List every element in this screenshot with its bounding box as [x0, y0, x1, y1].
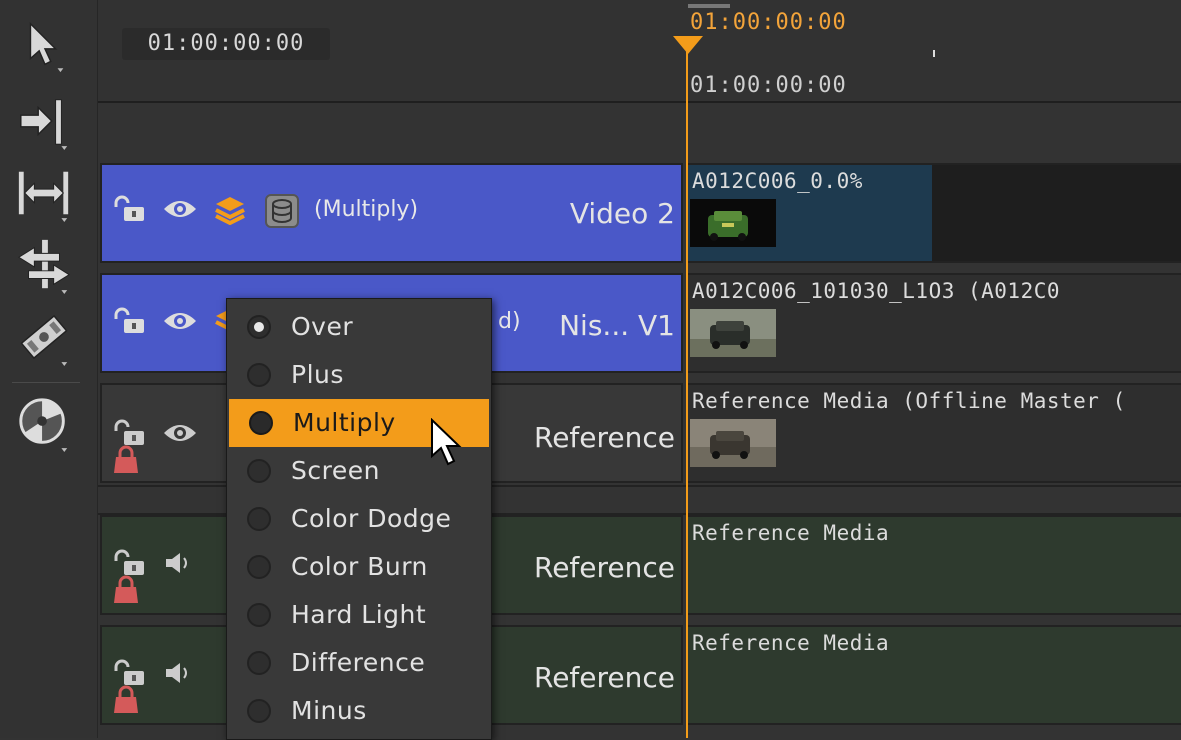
playhead-line[interactable] — [686, 36, 688, 738]
menu-item-label: Multiply — [293, 408, 396, 437]
eye-icon[interactable] — [162, 197, 198, 221]
track-lane-reference-video: Reference Media (Offline Master ( — [688, 383, 1181, 483]
radio-icon — [249, 411, 273, 435]
menu-item-color-burn[interactable]: Color Burn — [227, 543, 491, 591]
mouse-cursor-icon — [430, 417, 464, 472]
clip-reference-audio-1[interactable]: Reference Media — [688, 517, 1181, 613]
clip-video-1[interactable]: A012C006_101030_L1O3 (A012C0 — [688, 275, 1181, 371]
radio-icon — [247, 603, 271, 627]
menu-item-color-dodge[interactable]: Color Dodge — [227, 495, 491, 543]
track-lane-reference-audio-2: Reference Media — [688, 625, 1181, 725]
pointer-tool-icon[interactable] — [14, 14, 74, 76]
blend-mode-label[interactable]: d) — [498, 309, 521, 334]
ruler-tick — [933, 50, 935, 57]
menu-item-difference[interactable]: Difference — [227, 639, 491, 687]
speaker-icon[interactable] — [164, 661, 194, 685]
lock-icon[interactable] — [110, 659, 146, 687]
playhead-timecode: 01:00:00:00 — [690, 10, 847, 35]
menu-item-hard-light[interactable]: Hard Light — [227, 591, 491, 639]
lock-icon[interactable] — [110, 549, 146, 577]
track-lane-video-1: A012C006_101030_L1O3 (A012C0 — [688, 273, 1181, 373]
lock-icon[interactable] — [110, 195, 146, 223]
clip-reference-video[interactable]: Reference Media (Offline Master ( — [688, 385, 1181, 481]
track-lane-reference-audio-1: Reference Media — [688, 515, 1181, 615]
menu-item-label: Difference — [291, 648, 426, 677]
menu-item-over[interactable]: Over — [227, 303, 491, 351]
in-out-marker — [688, 4, 730, 8]
track-name: Reference — [534, 551, 675, 584]
radio-icon — [247, 555, 271, 579]
radio-icon — [247, 459, 271, 483]
clip-label: Reference Media — [692, 631, 890, 655]
reference-lock-icon — [112, 685, 140, 715]
eye-icon[interactable] — [162, 309, 198, 333]
menu-item-label: Hard Light — [291, 600, 427, 629]
slide-tool-icon[interactable] — [14, 234, 74, 296]
menu-item-label: Over — [291, 312, 354, 341]
ripple-edit-icon[interactable] — [14, 90, 74, 152]
radio-selected-icon — [247, 315, 271, 339]
clip-label: Reference Media (Offline Master ( — [692, 389, 1126, 413]
clip-label: A012C006_101030_L1O3 (A012C0 — [692, 279, 1061, 303]
track-spacer — [98, 101, 1181, 163]
menu-item-plus[interactable]: Plus — [227, 351, 491, 399]
track-name: Reference — [534, 661, 675, 694]
blend-mode-menu: Over Plus Multiply Screen Color Dodge Co… — [226, 298, 492, 740]
menu-item-minus[interactable]: Minus — [227, 687, 491, 735]
playhead-handle[interactable] — [673, 36, 703, 54]
track-name: Video 2 — [569, 197, 675, 230]
menu-item-label: Color Burn — [291, 552, 428, 581]
toolbar-divider — [12, 382, 80, 383]
clip-thumbnail — [690, 199, 776, 247]
track-name: Reference — [534, 421, 675, 454]
track-lane-video-2: A012C006_0.0% — [688, 163, 1181, 263]
clip-label: A012C006_0.0% — [692, 169, 863, 193]
lock-icon[interactable] — [110, 307, 146, 335]
eye-icon[interactable] — [162, 421, 198, 445]
ruler-start-timecode: 01:00:00:00 — [690, 73, 847, 98]
clip-video-2[interactable]: A012C006_0.0% — [688, 165, 932, 261]
menu-item-label: Screen — [291, 456, 380, 485]
razor-tool-icon[interactable] — [14, 306, 74, 368]
blend-mode-label[interactable]: (Multiply) — [314, 197, 418, 222]
menu-item-label: Color Dodge — [291, 504, 452, 533]
radio-icon — [247, 651, 271, 675]
blend-icon[interactable] — [264, 193, 300, 229]
track-name: Nis... V1 — [559, 309, 675, 342]
clip-thumbnail — [690, 309, 776, 357]
clip-label: Reference Media — [692, 521, 890, 545]
current-timecode-field[interactable]: 01:00:00:00 — [122, 28, 330, 60]
menu-item-label: Minus — [291, 696, 367, 725]
slip-tool-icon[interactable] — [14, 162, 74, 224]
reference-lock-icon — [112, 575, 140, 605]
clip-thumbnail — [690, 419, 776, 467]
track-header-video-2[interactable]: (Multiply) Video 2 — [100, 163, 683, 263]
reference-lock-icon — [112, 445, 140, 475]
multi-view-icon[interactable] — [14, 392, 74, 454]
tool-palette — [0, 0, 98, 738]
lock-icon[interactable] — [110, 419, 146, 447]
radio-icon — [247, 363, 271, 387]
menu-item-label: Plus — [291, 360, 344, 389]
speaker-icon[interactable] — [164, 551, 194, 575]
radio-icon — [247, 699, 271, 723]
clip-reference-audio-2[interactable]: Reference Media — [688, 627, 1181, 723]
radio-icon — [247, 507, 271, 531]
layers-icon[interactable] — [214, 195, 246, 225]
